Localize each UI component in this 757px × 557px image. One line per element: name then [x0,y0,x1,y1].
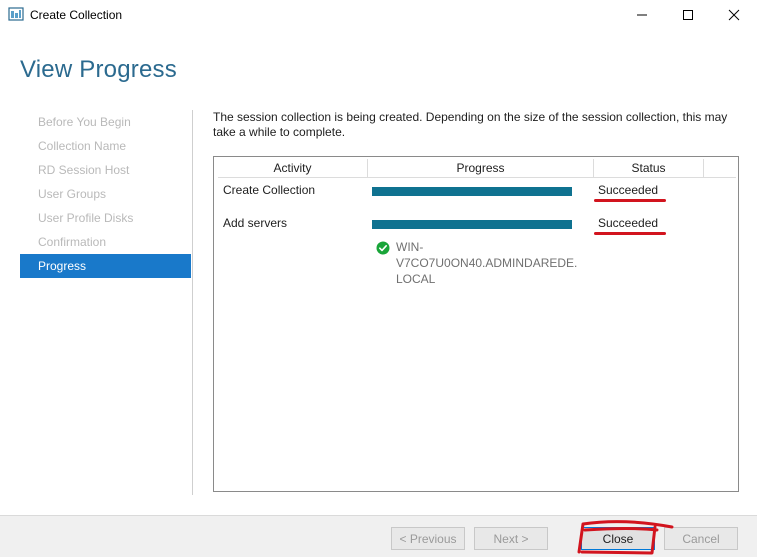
annotation-underline [594,199,666,202]
server-name: WIN- V7CO7U0ON40.ADMINDAREDE. LOCAL [396,240,578,286]
table-row[interactable]: Add servers Succeeded [214,210,738,235]
grid-header: Activity Progress Status [218,159,736,178]
row-status: Succeeded [598,183,659,197]
column-header-progress[interactable]: Progress [368,159,594,178]
nav-item-user-groups[interactable]: User Groups [20,182,191,206]
row-status: Succeeded [598,216,659,230]
window-title: Create Collection [30,8,123,22]
maximize-icon [683,10,693,20]
nav-divider [192,110,193,495]
column-header-status[interactable]: Status [594,159,704,178]
column-header-activity[interactable]: Activity [218,159,368,178]
close-window-button[interactable] [711,0,757,30]
row-progress-fill [372,220,572,229]
close-button[interactable]: Close [581,527,655,550]
row-progress-bar [372,220,572,229]
annotation-underline [594,232,666,235]
title-bar: Create Collection [0,0,757,30]
next-button[interactable]: Next > [474,527,548,550]
nav-item-user-profile-disks[interactable]: User Profile Disks [20,206,191,230]
minimize-icon [637,14,647,16]
minimize-button[interactable] [619,0,665,30]
maximize-button[interactable] [665,0,711,30]
table-row[interactable]: Create Collection Succeeded [214,177,738,202]
column-header-spacer [704,159,736,178]
row-progress-bar [372,187,572,196]
close-icon [728,9,740,21]
server-manager-icon [8,7,24,21]
nav-item-progress[interactable]: Progress [20,254,191,278]
nav-item-before-you-begin[interactable]: Before You Begin [20,110,191,134]
check-circle-icon [376,241,390,255]
row-activity: Create Collection [223,183,316,197]
previous-button[interactable]: < Previous [391,527,465,550]
nav-item-confirmation[interactable]: Confirmation [20,230,191,254]
page-description: The session collection is being created.… [213,110,728,139]
cancel-button[interactable]: Cancel [664,527,738,550]
row-progress-fill [372,187,572,196]
nav-item-rd-session-host[interactable]: RD Session Host [20,158,191,182]
row-activity: Add servers [223,216,288,230]
nav-item-collection-name[interactable]: Collection Name [20,134,191,158]
wizard-nav: Before You Begin Collection Name RD Sess… [20,110,191,278]
page-title: View Progress [20,56,177,83]
progress-grid: Activity Progress Status Create Collecti… [213,156,739,492]
wizard-footer: < Previous Next > Close Cancel [0,515,757,557]
